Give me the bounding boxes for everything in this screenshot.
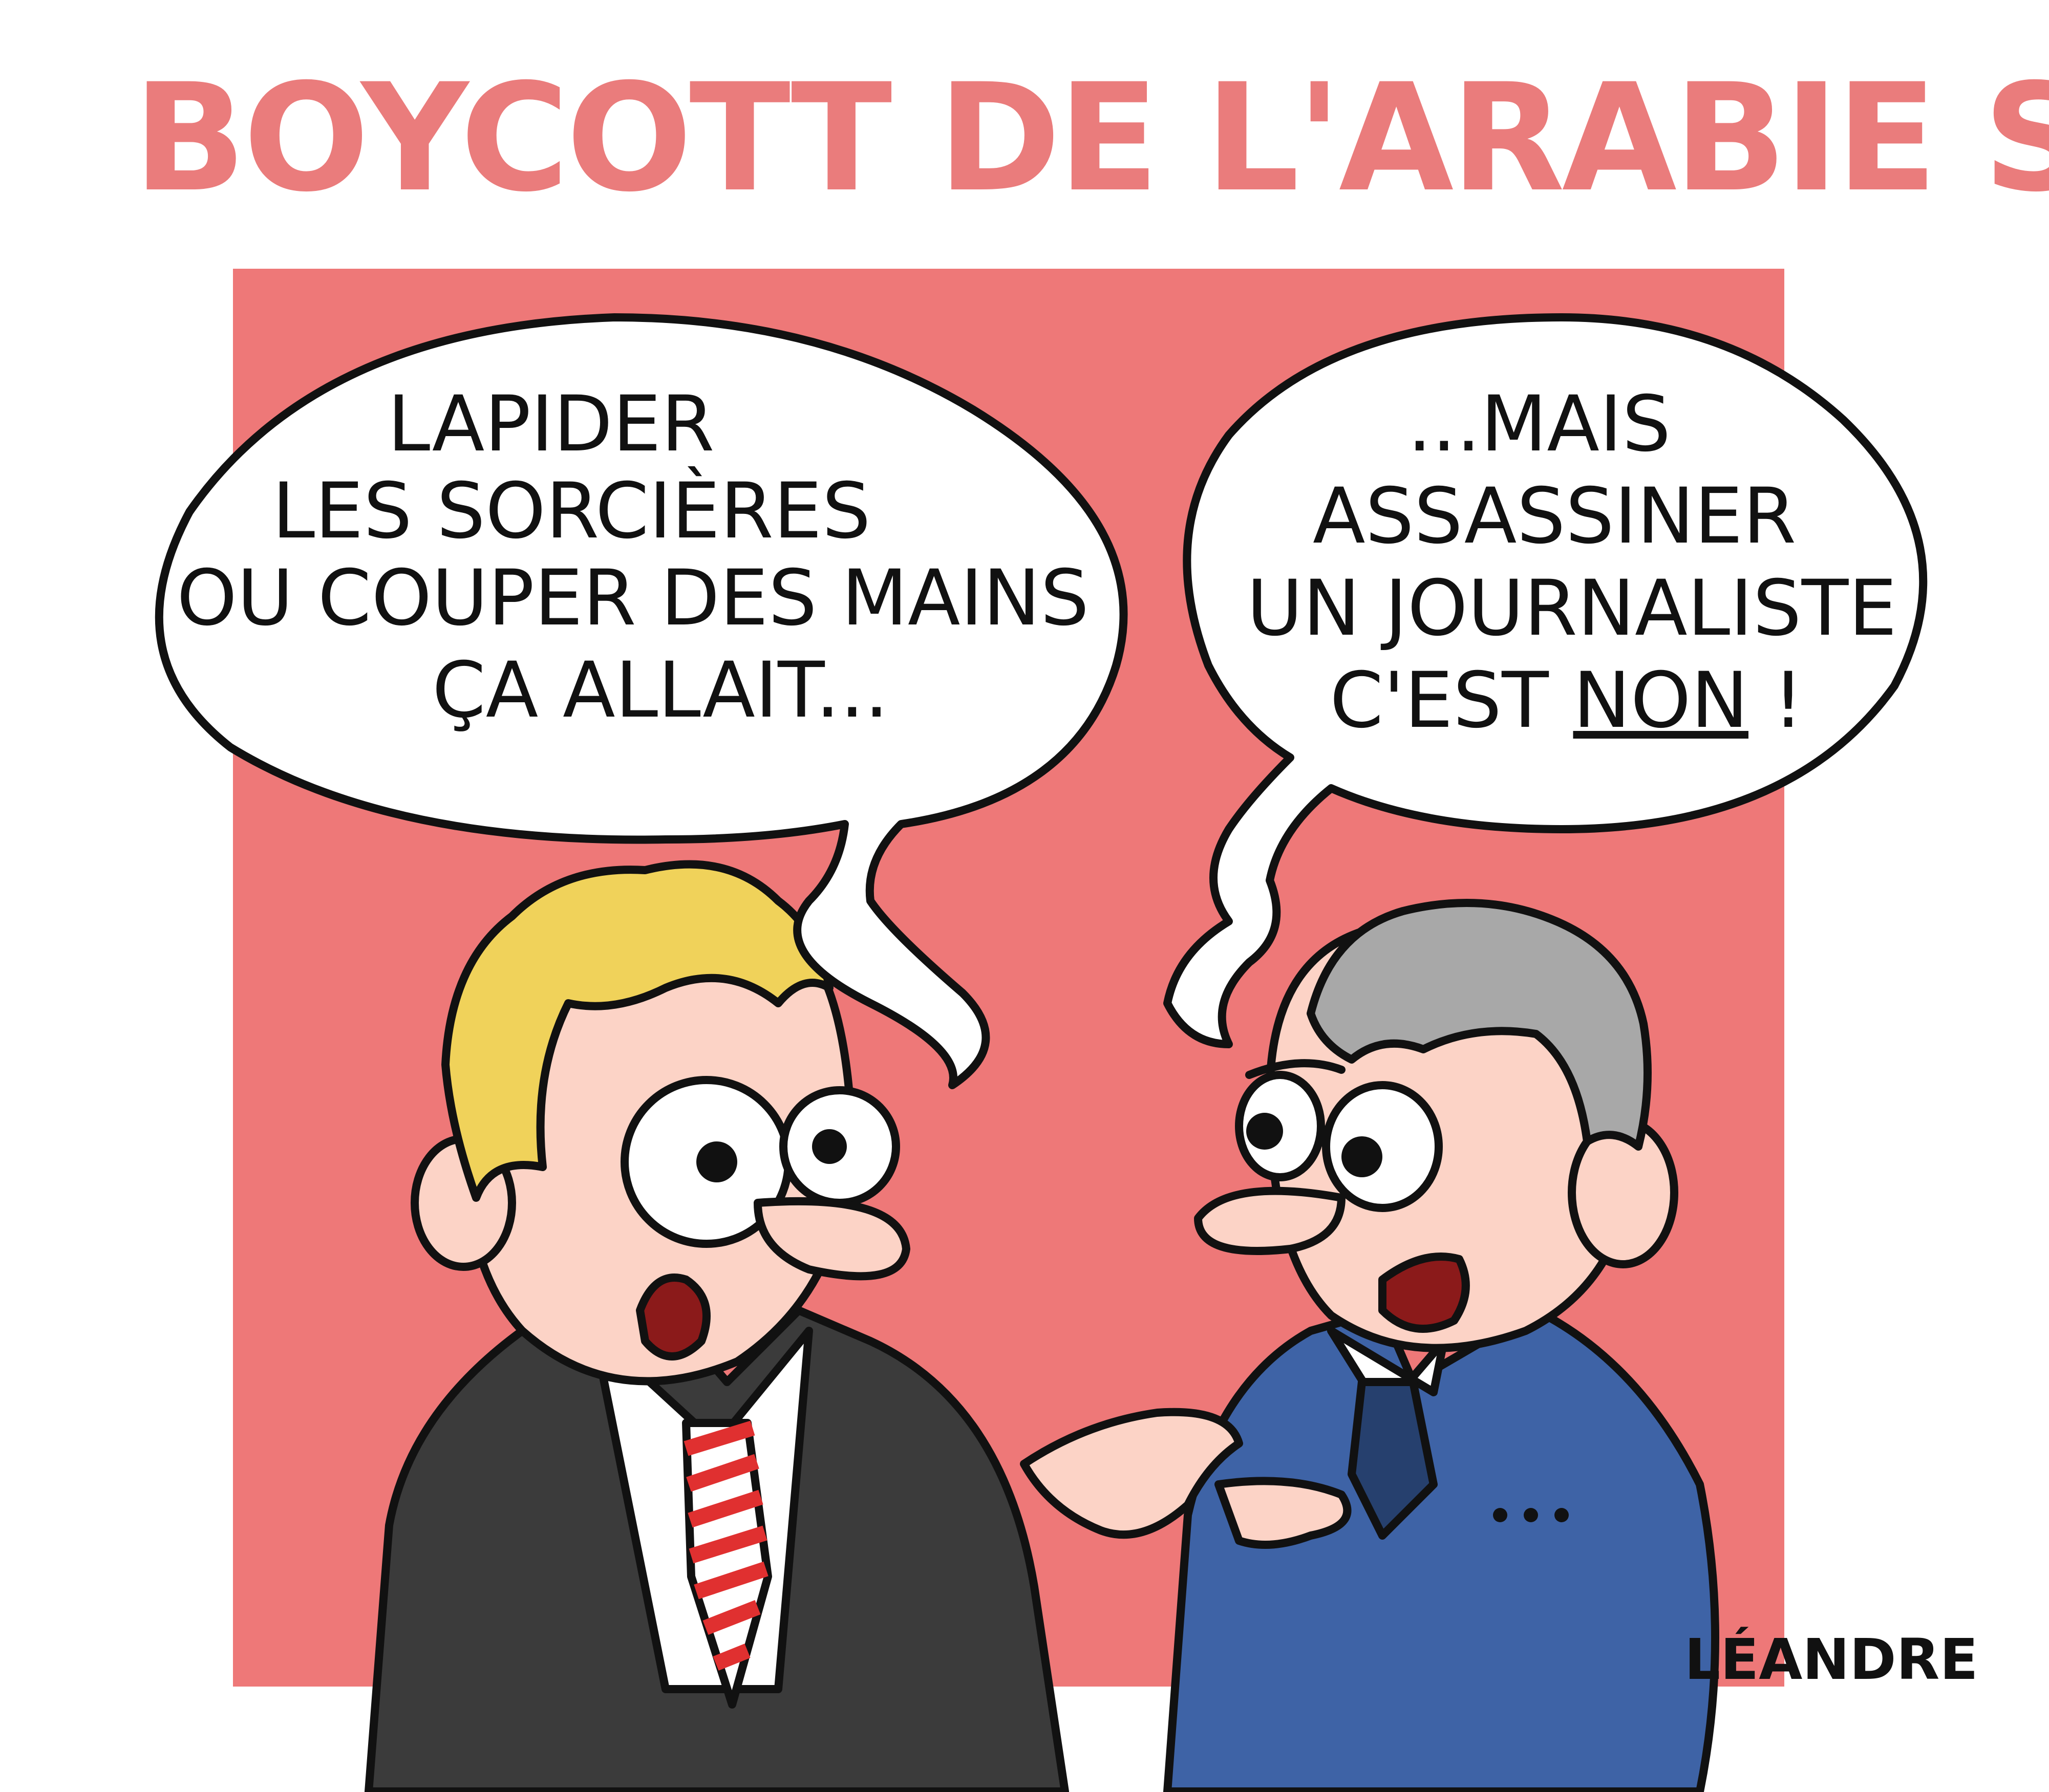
right-character-button-1 (1493, 1508, 1507, 1522)
right-character-eye-right (1322, 1081, 1443, 1212)
speech-bubble-left-line-2: LES SORCIÈRES (272, 466, 871, 556)
artist-signature: LÉANDRE (1684, 1626, 1978, 1692)
speech-bubble-right-line-2: ASSASSINER (1313, 472, 1796, 561)
right-character-button-2 (1524, 1508, 1538, 1522)
right-character-mouth (1378, 1253, 1470, 1333)
speech-bubble-right-line-4-suffix: ! (1748, 656, 1804, 745)
right-character-suit (1163, 1306, 1719, 1792)
speech-bubble-right-line-3: UN JOURNALISTE (1247, 564, 1897, 653)
speech-bubble-left-line-1: LAPIDER (388, 380, 715, 469)
speech-bubble-right-line-4-prefix: C'EST (1330, 656, 1573, 745)
speech-bubble-left-line-3: OU COUPER DES MAINS (177, 554, 1089, 643)
speech-bubble-right-line-1: ...MAIS (1407, 380, 1671, 469)
speech-bubble-right-emphasis: NON (1573, 656, 1748, 745)
left-character-eye-right (812, 1129, 847, 1164)
right-character-pupil-left (1246, 1113, 1283, 1150)
right-character-nose (1194, 1186, 1346, 1255)
left-character-eye-left (696, 1141, 737, 1182)
left-character-mouth (636, 1273, 711, 1361)
right-character-pupil-right (1341, 1136, 1382, 1177)
cartoon-title: BOYCOTT DE L'ARABIE SAOUDITE (133, 52, 2049, 225)
speech-bubble-right-line-4: C'EST NON ! (1330, 656, 1804, 745)
speech-bubble-left-line-4: ÇA ALLAIT... (432, 646, 889, 735)
cartoon: BOYCOTT DE L'ARABIE SAOUDITE (133, 52, 2049, 1792)
right-character-button-3 (1554, 1508, 1569, 1522)
